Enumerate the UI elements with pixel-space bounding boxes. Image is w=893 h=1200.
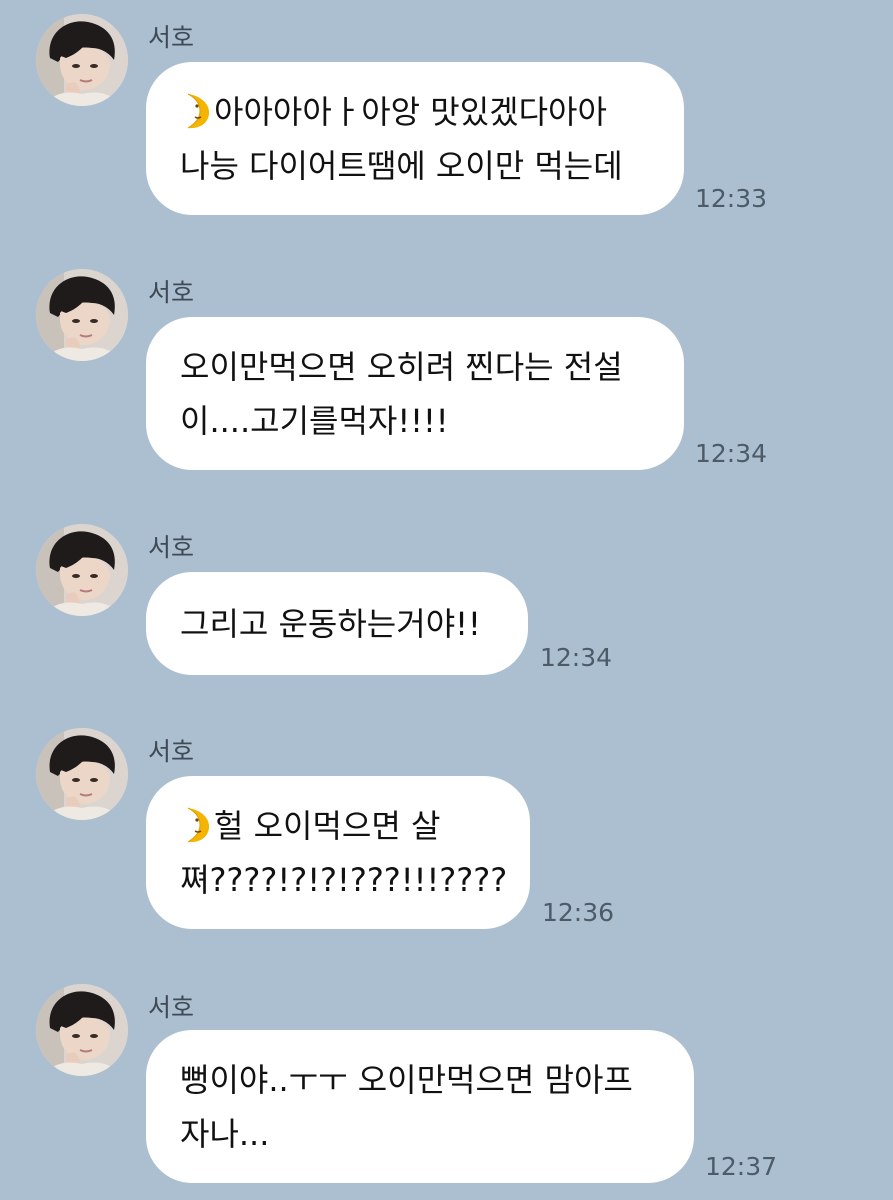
profile-photo-icon[interactable]: [36, 728, 128, 820]
sender-name: 서호: [148, 533, 195, 562]
profile-photo-icon[interactable]: [36, 524, 128, 616]
profile-photo-icon[interactable]: [36, 269, 128, 361]
message-line: 아아아아ㅏ아앙 맛있겠다아아: [180, 85, 650, 139]
message-line: 쪄????!?!?!???!!!????: [180, 860, 508, 899]
message-bubble[interactable]: 뻥이야..ㅜㅜ 오이만먹으면 맘아프 자나...: [146, 1030, 694, 1183]
message-bubble[interactable]: 헐 오이먹으면 살 쪄????!?!?!???!!!????: [146, 776, 530, 929]
message-timestamp: 12:33: [695, 184, 768, 213]
message-timestamp: 12:37: [705, 1152, 778, 1181]
sender-name: 서호: [148, 278, 195, 307]
profile-photo-icon[interactable]: [36, 984, 128, 1076]
sender-name: 서호: [148, 993, 195, 1022]
message-bubble[interactable]: 오이만먹으면 오히려 찐다는 전설 이....고기를먹자!!!!: [146, 317, 684, 470]
message-line: 헐 오이먹으면 살: [180, 799, 496, 853]
chat-view[interactable]: 서호 아아아아ㅏ아앙 맛있겠다아아 나능 다이어트땜에 오이만 먹는데 12:3…: [0, 0, 893, 1200]
message-line: 오이만먹으면 오히려 찐다는 전설: [180, 347, 623, 386]
message-timestamp: 12:34: [695, 439, 768, 468]
message-line: 나능 다이어트땜에 오이만 먹는데: [180, 146, 623, 185]
profile-photo-icon[interactable]: [36, 14, 128, 106]
message-bubble[interactable]: 아아아아ㅏ아앙 맛있겠다아아 나능 다이어트땜에 오이만 먹는데: [146, 62, 684, 215]
message-line: 뻥이야..ㅜㅜ 오이만먹으면 맘아프: [180, 1060, 633, 1099]
first-quarter-moon-face-icon: [180, 93, 210, 129]
sender-name: 서호: [148, 737, 195, 766]
message-line: 그리고 운동하는거야!!: [180, 604, 481, 643]
message-bubble[interactable]: 그리고 운동하는거야!!: [146, 572, 528, 675]
message-timestamp: 12:34: [540, 643, 613, 672]
message-line: 이....고기를먹자!!!!: [180, 401, 449, 440]
message-line: 자나...: [180, 1114, 270, 1153]
sender-name: 서호: [148, 23, 195, 52]
message-timestamp: 12:36: [542, 898, 615, 927]
first-quarter-moon-face-icon: [180, 807, 210, 843]
